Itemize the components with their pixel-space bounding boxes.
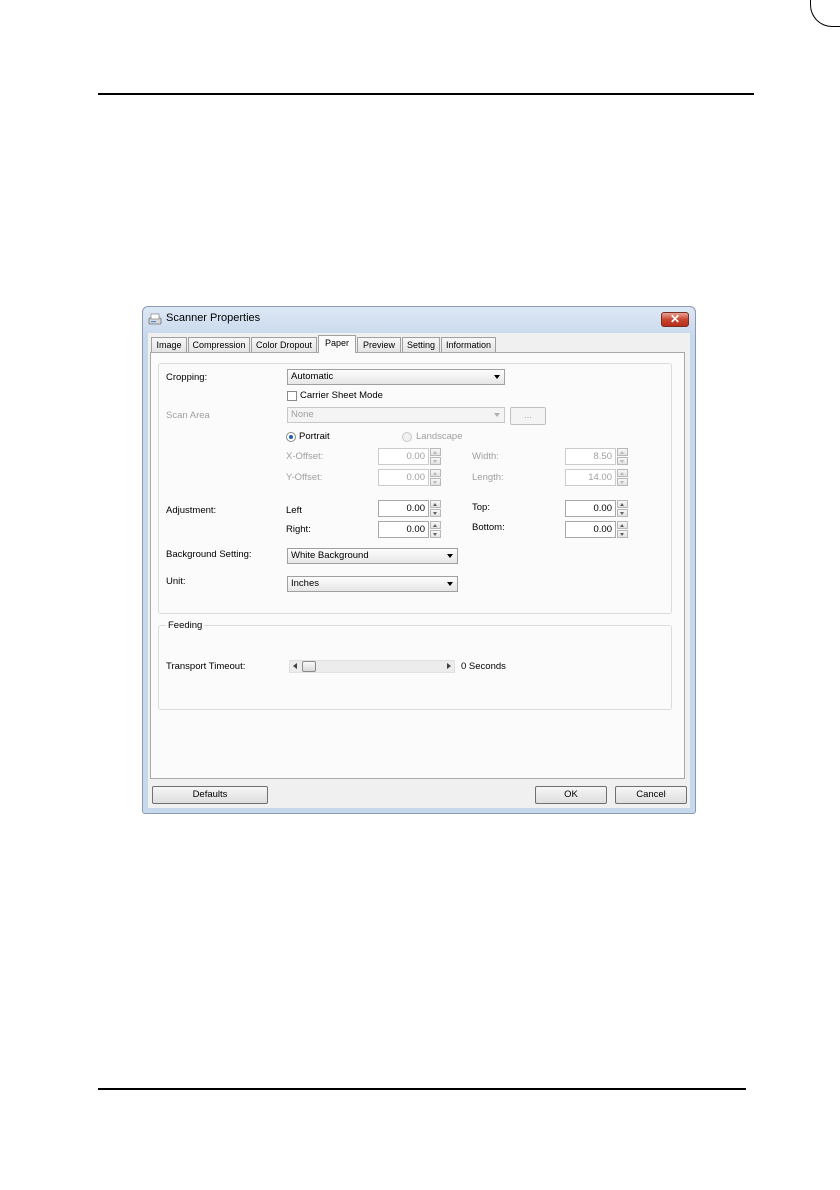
header-rule — [98, 93, 754, 95]
adjustment-label: Adjustment: — [166, 505, 217, 516]
x-offset-input[interactable]: 0.00 — [378, 448, 429, 465]
adjust-left-label: Left — [286, 505, 302, 516]
window-title: Scanner Properties — [166, 312, 261, 324]
width-input[interactable]: 8.50 — [565, 448, 616, 465]
cropping-label: Cropping: — [166, 372, 208, 383]
adjust-right-input[interactable]: 0.00 — [378, 521, 429, 538]
adjust-right-label: Right: — [286, 524, 311, 535]
scan-area-label: Scan Area — [166, 410, 210, 421]
chevron-down-icon — [447, 582, 453, 586]
x-offset-spinner[interactable] — [430, 448, 441, 465]
y-offset-label: Y-Offset: — [286, 472, 323, 483]
adjust-top-spinner[interactable] — [617, 500, 628, 517]
adjust-bottom-label: Bottom: — [472, 522, 505, 533]
transport-timeout-slider[interactable] — [289, 660, 455, 673]
unit-select[interactable]: Inches — [287, 576, 458, 592]
adjust-top-label: Top: — [472, 502, 490, 513]
tab-information[interactable]: Information — [441, 337, 496, 352]
portrait-label: Portrait — [299, 431, 330, 442]
unit-label: Unit: — [166, 576, 186, 587]
background-setting-label: Background Setting: — [166, 549, 252, 560]
background-setting-value: White Background — [291, 550, 369, 561]
tab-image[interactable]: Image — [151, 337, 187, 352]
length-input[interactable]: 14.00 — [565, 469, 616, 486]
ok-button[interactable]: OK — [535, 786, 607, 804]
scan-area-select[interactable]: None — [287, 407, 505, 423]
carrier-sheet-label: Carrier Sheet Mode — [300, 390, 383, 401]
x-offset-label: X-Offset: — [286, 451, 324, 462]
tab-paper[interactable]: Paper — [318, 335, 356, 353]
dialog-client-area: Image Compression Color Dropout Paper Pr… — [148, 333, 690, 808]
cropping-value: Automatic — [291, 371, 334, 382]
title-bar: Scanner Properties ✕ — [143, 307, 695, 333]
chevron-down-icon — [494, 375, 500, 379]
arrow-left-icon[interactable] — [293, 663, 297, 669]
slider-thumb[interactable] — [302, 661, 316, 672]
paper-tab-page: Cropping: Automatic Carrier Sheet Mode S… — [150, 352, 685, 779]
scanner-app-icon — [148, 313, 162, 325]
chevron-down-icon — [447, 554, 453, 558]
scanner-properties-window: Scanner Properties ✕ Image Compression C… — [142, 306, 696, 814]
transport-timeout-value: 0 Seconds — [461, 661, 506, 672]
adjust-left-spinner[interactable] — [430, 500, 441, 517]
background-setting-select[interactable]: White Background — [287, 548, 458, 564]
feeding-group: Feeding Transport Timeout: 0 Seconds — [158, 620, 672, 710]
adjust-top-input[interactable]: 0.00 — [565, 500, 616, 517]
paper-settings-group: Cropping: Automatic Carrier Sheet Mode S… — [158, 363, 672, 614]
adjust-bottom-spinner[interactable] — [617, 521, 628, 538]
cancel-button[interactable]: Cancel — [615, 786, 687, 804]
tab-setting[interactable]: Setting — [402, 337, 440, 352]
transport-timeout-label: Transport Timeout: — [166, 661, 246, 672]
feeding-title: Feeding — [166, 620, 205, 631]
arrow-right-icon[interactable] — [447, 663, 451, 669]
close-icon: ✕ — [669, 312, 681, 326]
cropping-select[interactable]: Automatic — [287, 369, 505, 385]
unit-value: Inches — [291, 578, 319, 589]
adjust-right-spinner[interactable] — [430, 521, 441, 538]
tab-compression[interactable]: Compression — [188, 337, 250, 352]
adjust-bottom-input[interactable]: 0.00 — [565, 521, 616, 538]
y-offset-input[interactable]: 0.00 — [378, 469, 429, 486]
landscape-label: Landscape — [416, 431, 463, 442]
length-spinner[interactable] — [617, 469, 628, 486]
defaults-button[interactable]: Defaults — [152, 786, 268, 804]
scan-area-value: None — [291, 409, 314, 420]
close-button[interactable]: ✕ — [661, 312, 689, 327]
chevron-down-icon — [494, 413, 500, 417]
width-label: Width: — [472, 451, 499, 462]
tab-color-dropout[interactable]: Color Dropout — [251, 337, 317, 352]
adjust-left-input[interactable]: 0.00 — [378, 500, 429, 517]
page-thumb-tab — [810, 0, 840, 27]
carrier-sheet-checkbox[interactable] — [287, 391, 297, 401]
width-spinner[interactable] — [617, 448, 628, 465]
landscape-radio[interactable] — [402, 432, 412, 442]
scan-area-browse-button[interactable]: ... — [510, 407, 546, 425]
portrait-radio[interactable] — [286, 432, 296, 442]
length-label: Length: — [472, 472, 504, 483]
footer-rule — [98, 1088, 746, 1090]
y-offset-spinner[interactable] — [430, 469, 441, 486]
tab-preview[interactable]: Preview — [357, 337, 401, 352]
